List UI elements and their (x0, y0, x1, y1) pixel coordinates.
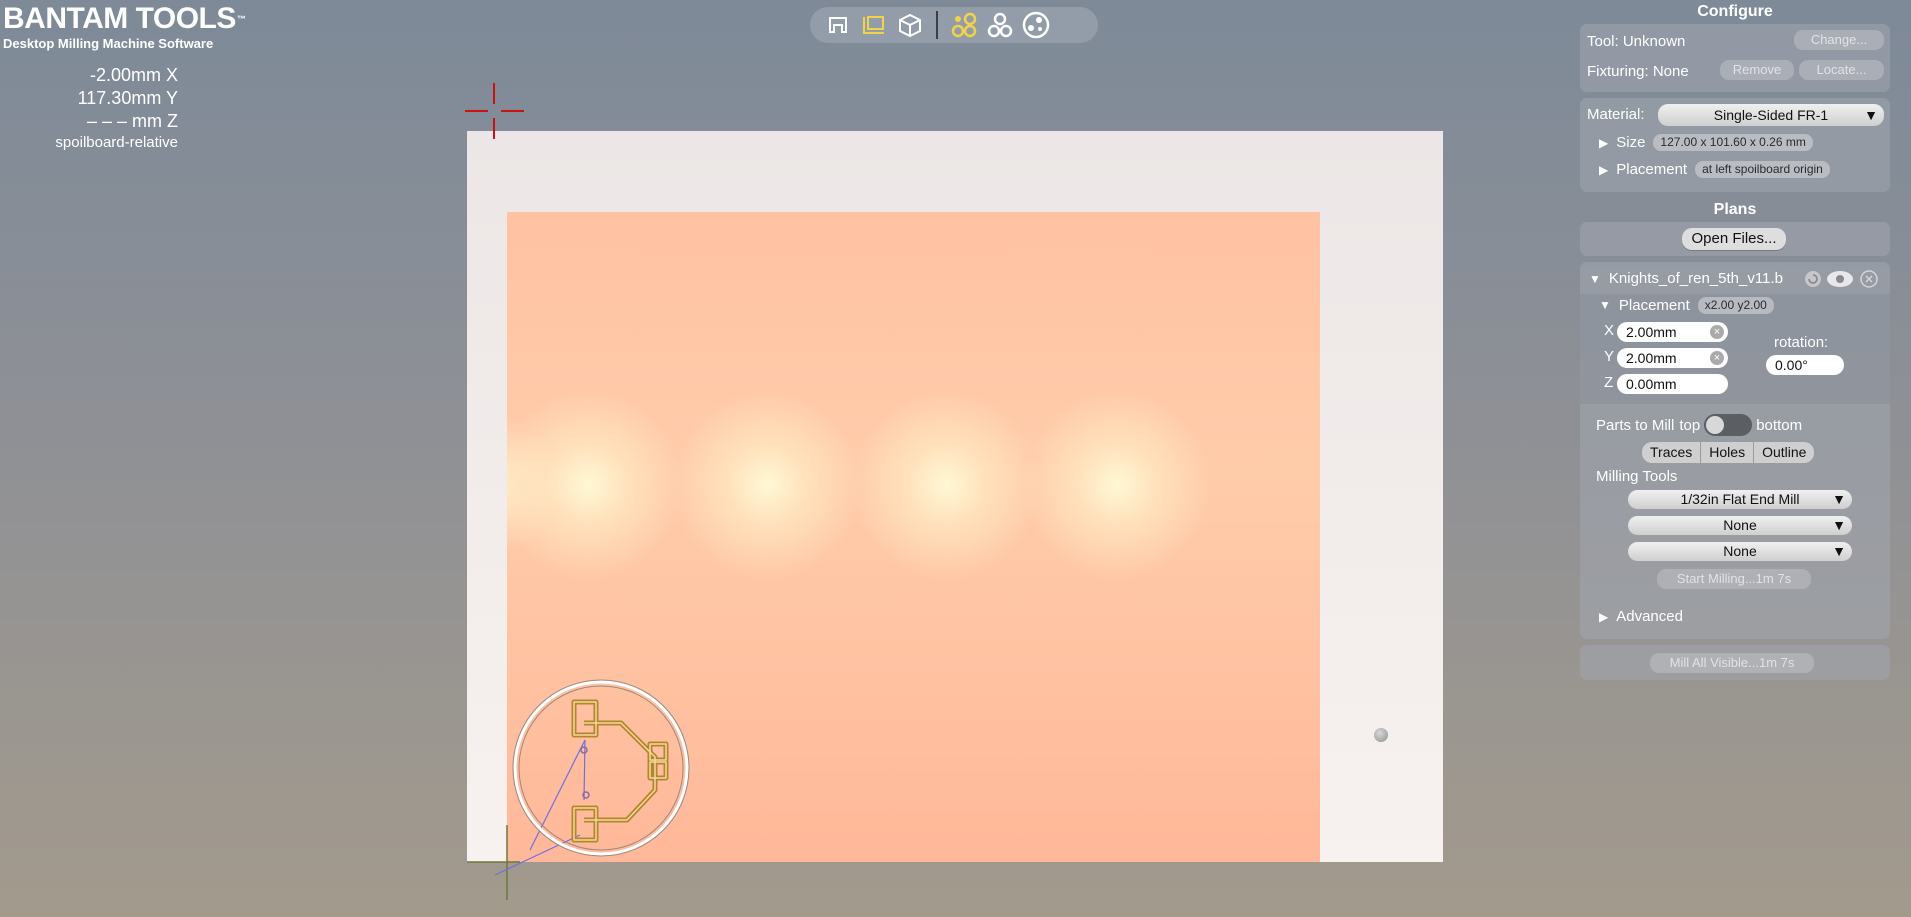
y-label: Y (1604, 348, 1615, 365)
material-select[interactable]: Single-Sided FR-1 ▼ (1658, 104, 1884, 126)
parts-to-mill-label: Parts to Mill (1596, 416, 1675, 434)
advanced-row[interactable]: ▶ Advanced (1599, 608, 1683, 625)
chevron-down-icon: ▼ (1832, 491, 1846, 507)
size-label: Size (1616, 134, 1646, 151)
top-label: top (1679, 416, 1701, 434)
material-placement-value: at left spoilboard origin (1695, 161, 1830, 178)
tool-card: Tool: Unknown Change... Fixturing: None … (1580, 24, 1890, 92)
milling-tools-label: Milling Tools (1596, 468, 1678, 485)
z-label: Z (1604, 374, 1614, 391)
toggle-knob (1706, 416, 1725, 434)
change-tool-button[interactable]: Change... (1794, 30, 1884, 50)
plan-placement-value: x2.00 y2.00 (1697, 296, 1774, 314)
remove-fixturing-button[interactable]: Remove (1720, 60, 1794, 80)
size-row[interactable]: ▶ Size 127.00 x 101.60 x 0.26 mm (1599, 134, 1813, 151)
fixturing-label: Fixturing: None (1587, 62, 1689, 80)
expand-arrow-icon: ▶ (1599, 162, 1609, 177)
bottom-label: bottom (1756, 416, 1803, 434)
x-label: X (1604, 322, 1615, 339)
plan-file-card: ▼ Knights_of_ren_5th_v11.b ▼ Placement x… (1580, 262, 1890, 639)
start-milling-button[interactable]: Start Milling...1m 7s (1657, 569, 1811, 589)
open-files-button[interactable]: Open Files... (1682, 228, 1786, 250)
tab-outline[interactable]: Outline (1754, 442, 1815, 463)
x-input[interactable]: 2.00mm × (1617, 322, 1728, 342)
material-label: Material: (1587, 106, 1645, 123)
plan-placement-row[interactable]: ▼ Placement x2.00 y2.00 (1599, 294, 1774, 316)
pcb-design[interactable] (512, 679, 690, 857)
collapse-arrow-icon: ▼ (1599, 298, 1611, 312)
reload-icon[interactable] (1804, 270, 1822, 288)
tab-holes[interactable]: Holes (1701, 442, 1755, 463)
rotation-value: 0.00° (1775, 357, 1808, 373)
clear-icon[interactable]: × (1710, 351, 1724, 365)
clear-icon[interactable]: × (1710, 325, 1724, 339)
mill-all-visible-button[interactable]: Mill All Visible...1m 7s (1650, 653, 1814, 673)
eye-icon[interactable] (1825, 269, 1855, 289)
milling-tool-select-3[interactable]: None ▼ (1628, 542, 1852, 561)
placement-section: ▼ Placement x2.00 y2.00 X 2.00mm × Y 2.0… (1580, 294, 1890, 404)
top-bottom-toggle[interactable] (1704, 414, 1753, 436)
y-value: 2.00mm (1626, 350, 1677, 366)
chevron-down-icon: ▼ (1832, 517, 1846, 533)
chevron-down-icon: ▼ (1832, 543, 1846, 559)
open-files-card: Open Files... (1580, 222, 1890, 256)
right-panel: Configure Tool: Unknown Change... Fixtur… (1580, 0, 1890, 686)
material-placement-label: Placement (1616, 161, 1688, 178)
y-input[interactable]: 2.00mm × (1617, 348, 1728, 368)
milling-tool-3: None (1723, 543, 1757, 559)
material-placement-row[interactable]: ▶ Placement at left spoilboard origin (1599, 161, 1830, 178)
rotation-input[interactable]: 0.00° (1766, 355, 1844, 375)
origin-axes (467, 739, 586, 900)
milling-tool-select-1[interactable]: 1/32in Flat End Mill ▼ (1628, 490, 1852, 509)
size-value: 127.00 x 101.60 x 0.26 mm (1653, 134, 1813, 151)
close-icon[interactable] (1860, 270, 1878, 288)
locate-fixturing-button[interactable]: Locate... (1799, 60, 1884, 80)
material-value: Single-Sided FR-1 (1713, 107, 1829, 123)
z-value: 0.00mm (1626, 376, 1677, 392)
expand-arrow-icon: ▶ (1599, 609, 1609, 624)
layer-tabs: Traces Holes Outline (1642, 442, 1815, 463)
advanced-label: Advanced (1616, 608, 1683, 625)
tool-label: Tool: Unknown (1587, 32, 1686, 50)
plans-title: Plans (1713, 201, 1757, 218)
x-value: 2.00mm (1626, 324, 1677, 340)
tab-traces[interactable]: Traces (1642, 442, 1702, 463)
rotation-label: rotation: (1774, 334, 1829, 351)
milling-tool-select-2[interactable]: None ▼ (1628, 516, 1852, 535)
plan-placement-label: Placement (1618, 296, 1690, 314)
file-header[interactable]: ▼ Knights_of_ren_5th_v11.b (1589, 270, 1809, 287)
milling-tool-1: 1/32in Flat End Mill (1680, 491, 1800, 507)
tool-crosshair (465, 83, 524, 139)
z-input[interactable]: 0.00mm (1617, 374, 1728, 394)
collapse-arrow-icon: ▼ (1589, 271, 1601, 286)
chevron-down-icon: ▼ (1864, 107, 1878, 123)
file-name: Knights_of_ren_5th_v11.b (1608, 270, 1783, 287)
material-card: Material: Single-Sided FR-1 ▼ ▶ Size 127… (1580, 98, 1890, 192)
expand-arrow-icon: ▶ (1599, 135, 1609, 150)
mill-all-card: Mill All Visible...1m 7s (1580, 645, 1890, 680)
milling-tool-2: None (1723, 517, 1757, 533)
configure-title: Configure (1697, 3, 1773, 20)
parts-to-mill-row: Parts to Mill top bottom (1596, 413, 1802, 437)
